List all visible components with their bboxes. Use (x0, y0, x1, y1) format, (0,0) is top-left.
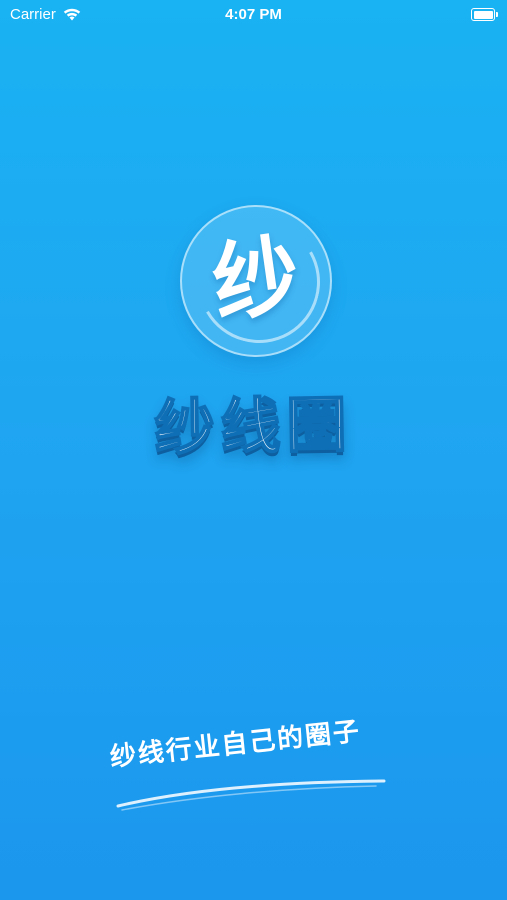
battery-icon (471, 8, 498, 21)
app-logo: 纱 (180, 205, 332, 357)
logo-character: 纱 (206, 224, 306, 336)
status-bar: Carrier 4:07 PM (0, 0, 507, 28)
status-time: 4:07 PM (225, 6, 282, 23)
slogan: 纱线行业自己的圈子 (108, 716, 363, 773)
app-name: 纱线圈 (153, 389, 354, 464)
splash-screen: Carrier 4:07 PM 纱 纱线圈 纱线行业自己的圈子 (0, 0, 507, 900)
slogan-underline (116, 779, 386, 811)
